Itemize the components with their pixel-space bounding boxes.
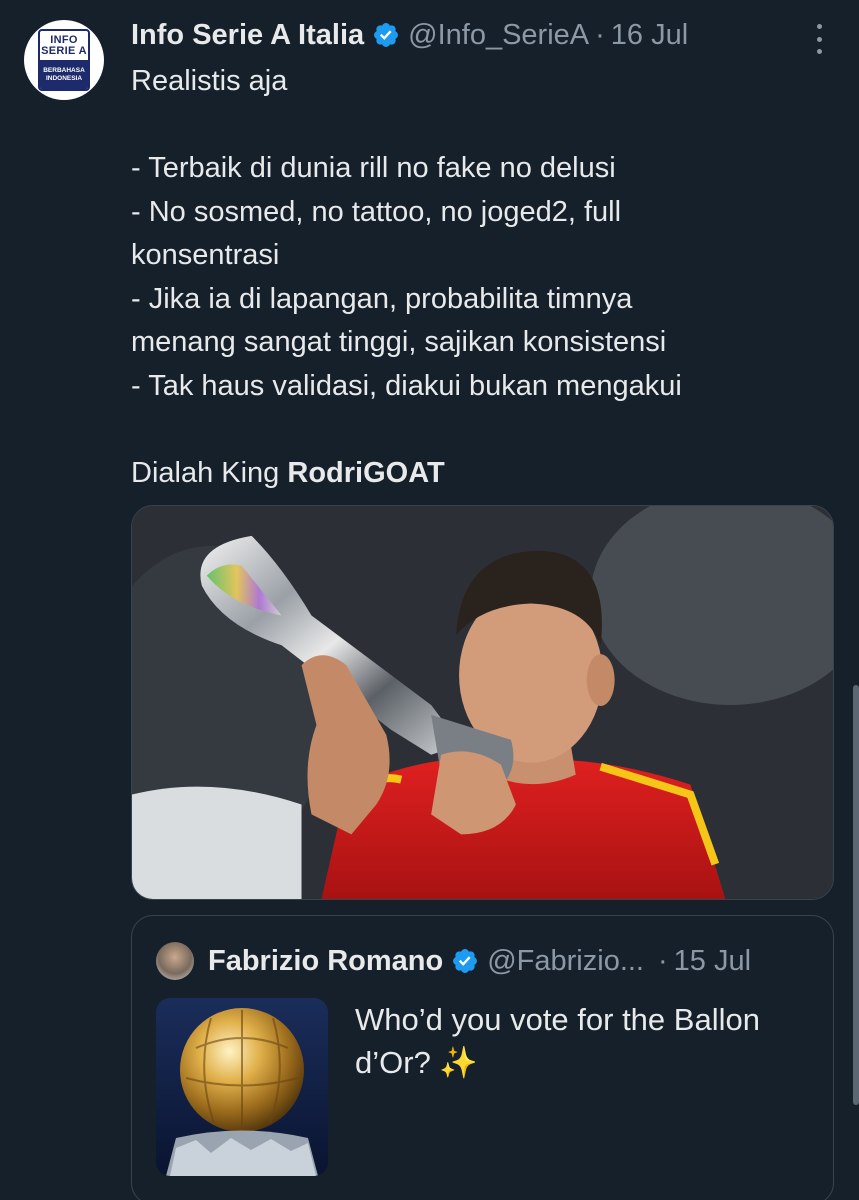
quoted-tweet-text: Who’d you vote for the Ballon d’Or? ✨ <box>355 998 815 1084</box>
logo-subtext: BERBAHASA INDONESIA <box>40 60 88 89</box>
ballon-dor-trophy-image[interactable] <box>156 998 328 1176</box>
more-vertical-icon[interactable] <box>809 24 829 54</box>
text-line: d’Or? ✨ <box>355 1045 479 1080</box>
handle[interactable]: @Info_SerieA <box>408 19 589 52</box>
text-bold: RodriGOAT <box>287 456 445 489</box>
quoted-tweet-header: Fabrizio Romano @Fabrizio... · 15 Jul <box>156 940 813 982</box>
tweet-text: Realistis aja - Terbaik di dunia rill no… <box>131 60 831 495</box>
quoted-date[interactable]: 15 Jul <box>674 945 751 978</box>
text-line: - Terbaik di dunia rill no fake no delus… <box>131 152 616 184</box>
text-line: Who’d you vote for the Ballon <box>355 1002 760 1037</box>
quoted-tweet[interactable]: Fabrizio Romano @Fabrizio... · 15 Jul Wh… <box>131 915 834 1200</box>
text-prefix: Dialah King <box>131 456 288 489</box>
text-line <box>131 104 831 148</box>
tweet-photo[interactable] <box>131 505 834 900</box>
text-line: konsentrasi <box>131 239 280 271</box>
text-line: Realistis aja <box>131 65 288 97</box>
text-line: - No sosmed, no tattoo, no joged2, full <box>131 195 622 228</box>
verified-badge-icon <box>453 949 478 973</box>
tweet-header: Info Serie A Italia @Info_SerieA · 16 Ju… <box>131 14 839 56</box>
logo-text: INFO SERIE A <box>41 34 87 57</box>
quoted-handle[interactable]: @Fabrizio... <box>487 945 644 978</box>
separator-dot: · <box>595 18 605 51</box>
text-line: menang sangat tinggi, sajikan konsistens… <box>131 326 667 358</box>
text-line: Dialah King RodriGOAT <box>131 452 831 496</box>
scrollbar[interactable] <box>853 685 859 1105</box>
display-name[interactable]: Info Serie A Italia <box>131 19 364 52</box>
photo-player-kissing-trophy <box>132 506 833 899</box>
tweet-date[interactable]: 16 Jul <box>611 19 688 52</box>
quoted-avatar[interactable] <box>156 942 194 980</box>
separator-dot: · <box>658 944 668 977</box>
verified-badge-icon <box>374 23 399 47</box>
text-line <box>131 408 831 452</box>
info-serie-a-logo: INFO SERIE A BERBAHASA INDONESIA <box>38 29 90 91</box>
text-line: - Tak haus validasi, diakui bukan mengak… <box>131 369 682 402</box>
tweet[interactable]: INFO SERIE A BERBAHASA INDONESIA Info Ser… <box>0 0 859 1200</box>
text-line: - Jika ia di lapangan, probabilita timny… <box>131 282 633 315</box>
avatar[interactable]: INFO SERIE A BERBAHASA INDONESIA <box>24 20 104 100</box>
quoted-display-name[interactable]: Fabrizio Romano <box>208 945 443 978</box>
